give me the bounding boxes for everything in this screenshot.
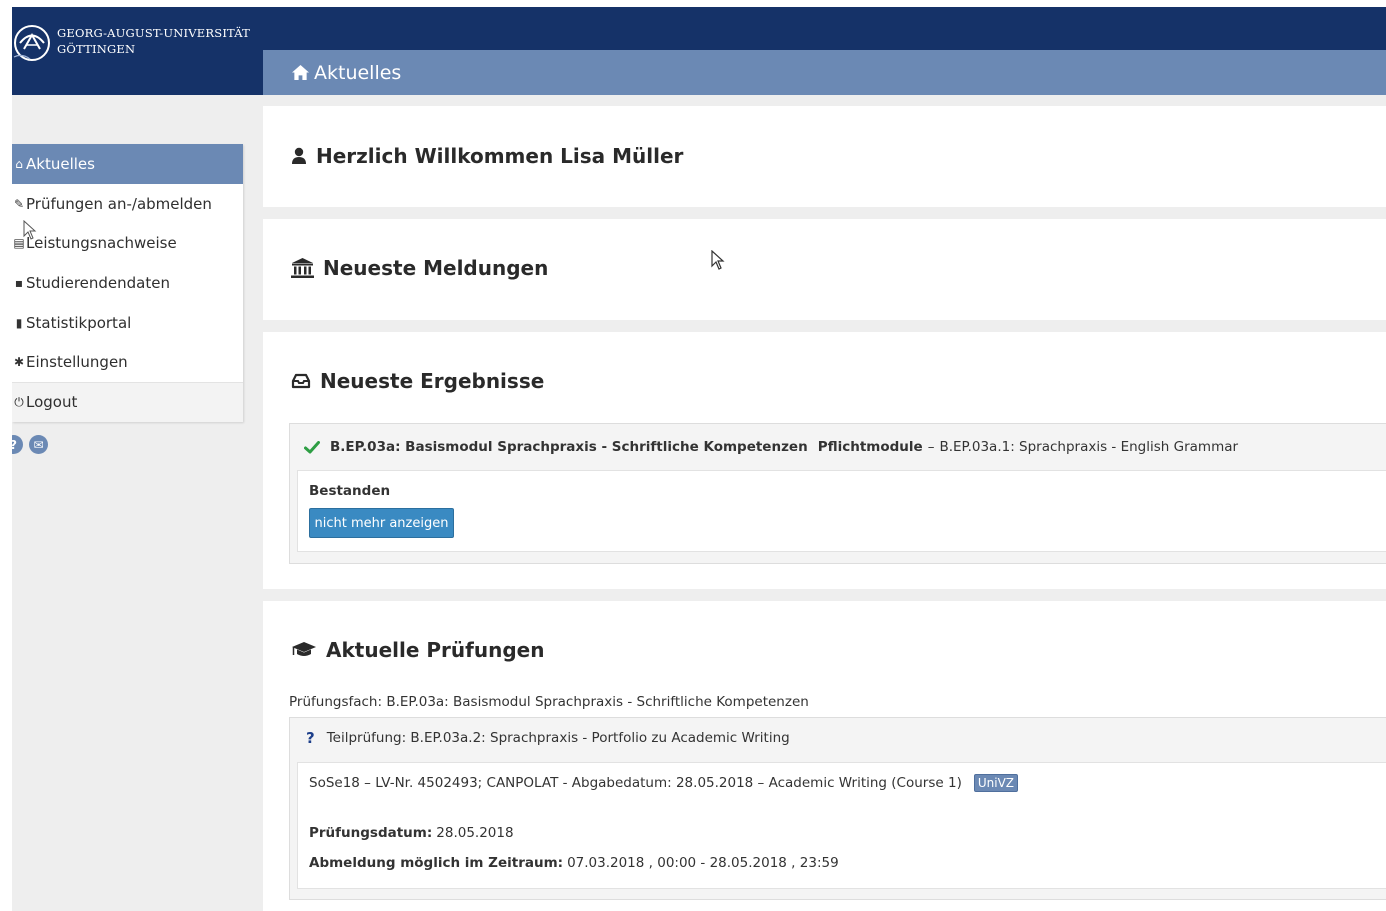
- sidebar-item-label: Aktuelles: [26, 155, 95, 173]
- welcome-title: Herzlich Willkommen Lisa Müller: [291, 144, 683, 168]
- exams-title-text: Aktuelle Prüfungen: [326, 638, 545, 662]
- mouse-cursor-icon: [711, 250, 725, 270]
- page-title-bar: Aktuelles: [263, 50, 1386, 95]
- exam-subject: Prüfungsfach: B.EP.03a: Basismodul Sprac…: [289, 694, 809, 710]
- sidebar-item-label: Studierendendaten: [26, 273, 170, 292]
- hide-result-button[interactable]: nicht mehr anzeigen: [309, 508, 454, 538]
- graduation-cap-icon: [292, 642, 316, 656]
- gear-icon: ✱: [13, 355, 25, 370]
- university-seal-icon: [13, 25, 50, 61]
- user-icon: [292, 147, 306, 164]
- welcome-panel: Herzlich Willkommen Lisa Müller: [263, 106, 1386, 207]
- result-header: B.EP.03a: Basismodul Sprachpraxis - Schr…: [290, 424, 1386, 470]
- university-name-line1: GEORG-AUGUST-UNIVERSITÄT: [57, 26, 251, 40]
- university-name: GEORG-AUGUST-UNIVERSITÄT GÖTTINGEN: [57, 25, 250, 57]
- app-window: GEORG-AUGUST-UNIVERSITÄT GÖTTINGEN Aktue…: [12, 7, 1386, 911]
- results-title-text: Neueste Ergebnisse: [320, 369, 545, 393]
- results-title: Neueste Ergebnisse: [291, 369, 544, 393]
- exam-part: Teilprüfung: B.EP.03a.2: Sprachpraxis - …: [326, 730, 790, 746]
- mail-icon[interactable]: ✉: [29, 435, 48, 454]
- exams-title: Aktuelle Prüfungen: [291, 638, 544, 662]
- home-icon: ⌂: [15, 157, 23, 171]
- result-body: Bestanden nicht mehr anzeigen: [297, 470, 1386, 552]
- result-category: Pflichtmodule: [817, 439, 923, 455]
- id-card-icon: ▪: [14, 275, 24, 290]
- home-icon: [292, 64, 309, 81]
- sidebar-item-einstellungen[interactable]: ✱ Einstellungen: [12, 342, 243, 382]
- sidebar-item-label: Leistungsnachweise: [26, 234, 177, 253]
- result-status: Bestanden: [309, 483, 391, 499]
- sidebar-item-label: Logout: [26, 393, 78, 412]
- university-logo[interactable]: GEORG-AUGUST-UNIVERSITÄT GÖTTINGEN: [12, 7, 263, 95]
- mouse-cursor-icon: [23, 220, 37, 240]
- exam-body: SoSe18 – LV-Nr. 4502493; CANPOLAT - Abga…: [297, 762, 1386, 889]
- exam-date-value: 28.05.2018: [436, 825, 514, 841]
- sidebar-nav: ⌂ Aktuelles ✎ Prüfungen an-/abmelden ▤ L…: [12, 144, 243, 422]
- result-module: B.EP.03a: Basismodul Sprachpraxis - Schr…: [330, 439, 808, 455]
- sidebar-utility-icons: ? ✉: [12, 435, 48, 454]
- exam-date-label: Prüfungsdatum:: [309, 825, 433, 841]
- sidebar-item-aktuelles[interactable]: ⌂ Aktuelles: [12, 144, 243, 184]
- exam-deregistration-label: Abmeldung möglich im Zeitraum:: [309, 855, 564, 871]
- exam-course: SoSe18 – LV-Nr. 4502493; CANPOLAT - Abga…: [309, 774, 1018, 792]
- exam-header: ? Teilprüfung: B.EP.03a.2: Sprachpraxis …: [290, 718, 1386, 758]
- univz-badge[interactable]: UniVZ: [973, 774, 1018, 792]
- page-title: Aktuelles: [314, 61, 402, 84]
- sidebar-item-statistikportal[interactable]: ▮ Statistikportal: [12, 303, 243, 343]
- result-item: B.EP.03a: Basismodul Sprachpraxis - Schr…: [289, 423, 1386, 564]
- university-name-line2: GÖTTINGEN: [57, 42, 136, 56]
- result-separator: –: [927, 439, 935, 455]
- exam-item: ? Teilprüfung: B.EP.03a.2: Sprachpraxis …: [289, 717, 1386, 900]
- institution-icon: [291, 258, 314, 278]
- news-title-text: Neueste Meldungen: [323, 256, 549, 280]
- exam-course-text: SoSe18 – LV-Nr. 4502493; CANPOLAT - Abga…: [309, 775, 962, 791]
- check-icon: [304, 440, 320, 453]
- sidebar-item-label: Prüfungen an-/abmelden: [26, 194, 212, 213]
- edit-icon: ✎: [13, 196, 25, 211]
- sidebar-item-label: Einstellungen: [26, 353, 128, 372]
- news-title: Neueste Meldungen: [291, 256, 548, 280]
- inbox-icon: [291, 373, 311, 389]
- help-icon[interactable]: ?: [12, 435, 23, 454]
- power-icon: ⏻: [14, 394, 24, 409]
- exam-deregistration-value: 07.03.2018 , 00:00 - 28.05.2018 , 23:59: [567, 855, 839, 871]
- exam-deregistration: Abmeldung möglich im Zeitraum: 07.03.201…: [309, 855, 839, 871]
- bar-chart-icon: ▮: [15, 315, 23, 330]
- sidebar-item-pruefungen[interactable]: ✎ Prüfungen an-/abmelden: [12, 184, 243, 224]
- exam-date: Prüfungsdatum: 28.05.2018: [309, 825, 514, 841]
- news-panel: Neueste Meldungen: [263, 219, 1386, 320]
- sidebar-item-studierendendaten[interactable]: ▪ Studierendendaten: [12, 263, 243, 303]
- sidebar-item-leistungsnachweise[interactable]: ▤ Leistungsnachweise: [12, 224, 243, 264]
- question-icon: ?: [306, 729, 315, 747]
- welcome-title-text: Herzlich Willkommen Lisa Müller: [316, 144, 684, 168]
- result-submodule: B.EP.03a.1: Sprachpraxis - English Gramm…: [939, 439, 1239, 455]
- sidebar-item-label: Statistikportal: [26, 313, 132, 332]
- sidebar-item-logout[interactable]: ⏻ Logout: [12, 381, 243, 422]
